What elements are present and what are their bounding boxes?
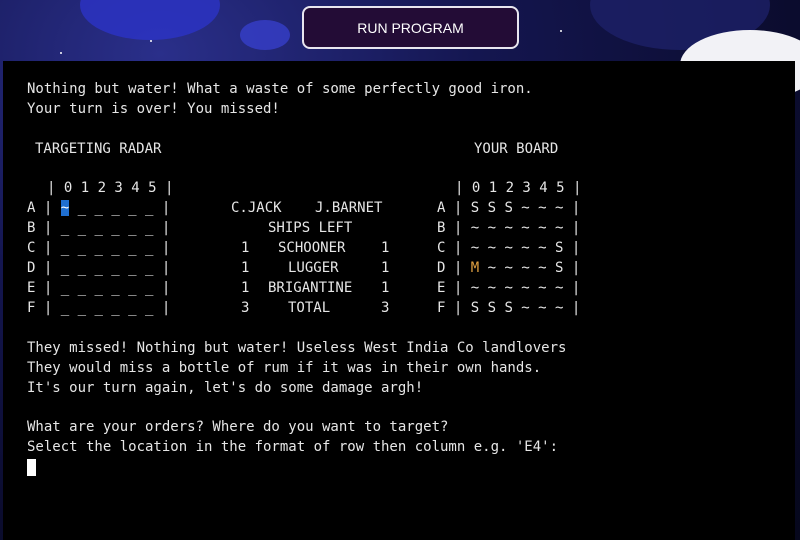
ship-name: SCHOONER (278, 240, 346, 256)
ship-count-right: 1 (381, 260, 390, 276)
board-row: D | M ~ ~ ~ ~ S | (437, 260, 581, 276)
terminal[interactable]: Nothing but water! What a waste of some … (3, 61, 795, 540)
terminal-message: Your turn is over! You missed! (27, 101, 280, 117)
background-shape (80, 0, 220, 40)
radar-row: F | _ _ _ _ _ _ | (27, 300, 171, 316)
ship-name: TOTAL (288, 300, 331, 316)
ship-count-left: 1 (241, 260, 250, 276)
radar-row: E | _ _ _ _ _ _ | (27, 280, 171, 296)
board-column-header: | 0 1 2 3 4 5 | (455, 180, 582, 196)
radar-cursor-cell: ~ (60, 200, 70, 216)
terminal-message: They would miss a bottle of rum if it wa… (27, 360, 542, 376)
terminal-message: Nothing but water! What a waste of some … (27, 81, 533, 97)
star-decoration (60, 52, 62, 54)
board-row: B | ~ ~ ~ ~ ~ ~ | (437, 220, 581, 236)
radar-column-header: | 0 1 2 3 4 5 | (47, 180, 174, 196)
ship-count-right: 1 (381, 240, 390, 256)
text-cursor[interactable] (27, 459, 36, 476)
terminal-prompt: What are your orders? Where do you want … (27, 419, 449, 435)
ship-count-left: 1 (241, 280, 250, 296)
ship-count-right: 3 (381, 300, 390, 316)
terminal-prompt: Select the location in the format of row… (27, 439, 559, 455)
board-row: C | ~ ~ ~ ~ ~ S | (437, 240, 581, 256)
ship-count-right: 1 (381, 280, 390, 296)
radar-title: TARGETING RADAR (35, 141, 162, 157)
board-row: A | S S S ~ ~ ~ | (437, 200, 581, 216)
star-decoration (150, 40, 152, 42)
radar-row: A | ~ _ _ _ _ _ | (27, 200, 171, 216)
ships-left-heading: SHIPS LEFT (268, 220, 353, 236)
radar-row: C | _ _ _ _ _ _ | (27, 240, 171, 256)
board-row: E | ~ ~ ~ ~ ~ ~ | (437, 280, 581, 296)
ship-name: BRIGANTINE (268, 280, 353, 296)
star-decoration (560, 30, 562, 32)
board-title: YOUR BOARD (474, 141, 559, 157)
radar-row: B | _ _ _ _ _ _ | (27, 220, 171, 236)
miss-marker: M (470, 260, 480, 276)
run-program-button[interactable]: RUN PROGRAM (302, 6, 519, 49)
ship-count-left: 1 (241, 240, 250, 256)
ship-name: LUGGER (288, 260, 339, 276)
board-row: F | S S S ~ ~ ~ | (437, 300, 581, 316)
player-one-name: C.JACK (231, 200, 282, 216)
terminal-message: It's our turn again, let's do some damag… (27, 380, 424, 396)
ship-count-left: 3 (241, 300, 250, 316)
background-shape (240, 20, 290, 50)
radar-row: D | _ _ _ _ _ _ | (27, 260, 171, 276)
terminal-message: They missed! Nothing but water! Useless … (27, 340, 567, 356)
player-two-name: J.BARNET (315, 200, 383, 216)
